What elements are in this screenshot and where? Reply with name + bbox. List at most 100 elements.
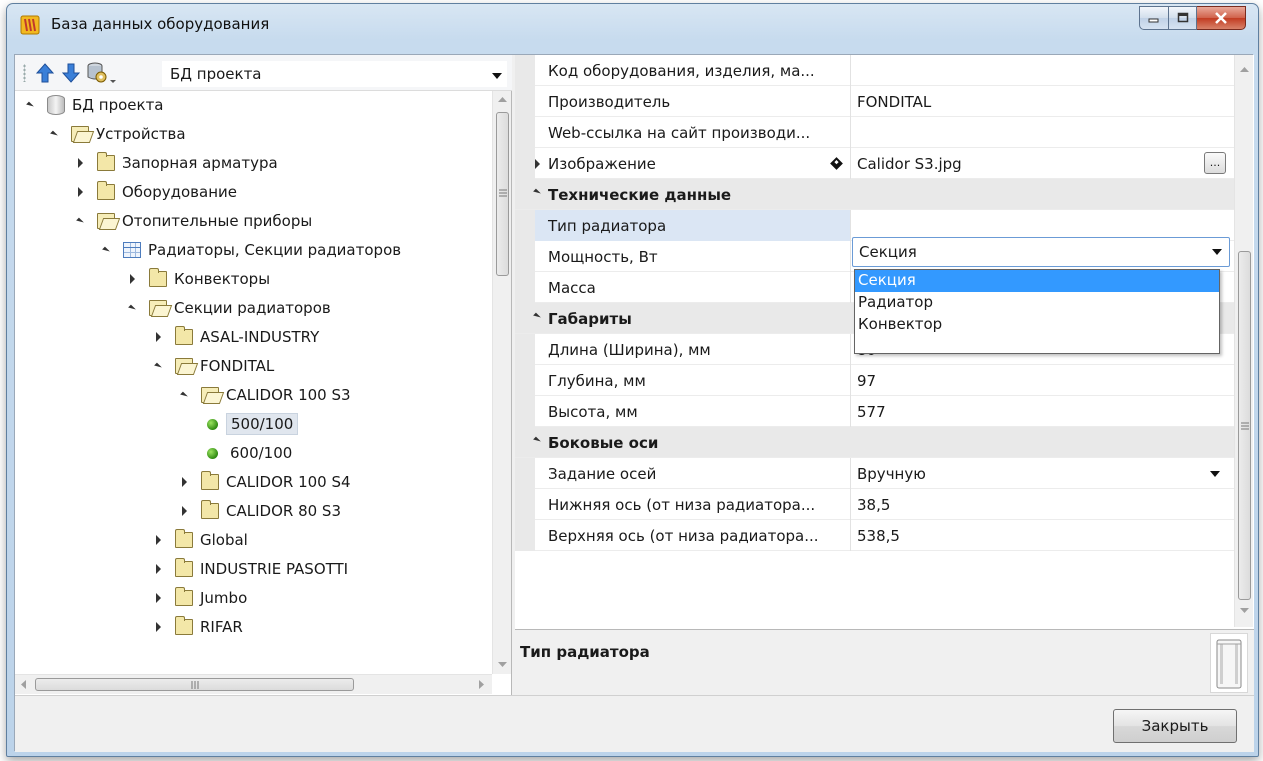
column-separator[interactable]	[850, 458, 851, 489]
tree-node-asal[interactable]: ASAL-INDUSTRY	[151, 323, 319, 351]
expanded-icon[interactable]	[47, 127, 61, 141]
collapsed-icon[interactable]	[125, 272, 139, 286]
dropdown-option[interactable]: Секция	[855, 270, 1219, 292]
column-separator[interactable]	[850, 117, 851, 148]
category-tech-data[interactable]: Технические данные	[515, 179, 1234, 210]
property-row-image[interactable]: Изображение Calidor S3.jpg ...	[515, 148, 1234, 179]
expanded-icon[interactable]	[177, 388, 191, 402]
property-row-axes-mode[interactable]: Задание осей Вручную	[515, 458, 1234, 489]
chevron-down-icon[interactable]	[1210, 471, 1220, 477]
expanded-icon[interactable]	[73, 214, 87, 228]
title-bar[interactable]: База данных оборудования	[7, 4, 1258, 46]
chevron-down-icon[interactable]	[1212, 249, 1222, 255]
column-separator[interactable]	[850, 55, 851, 86]
scroll-right-arrow-icon[interactable]	[479, 680, 485, 689]
property-value[interactable]: 38,5	[857, 489, 890, 520]
move-down-button[interactable]	[59, 61, 83, 85]
tree-node-calidor100s4[interactable]: CALIDOR 100 S4	[177, 468, 351, 496]
grid-vertical-scrollbar[interactable]	[1234, 55, 1253, 627]
tree-node-sections[interactable]: Секции радиаторов	[125, 294, 331, 322]
collapsed-icon[interactable]	[535, 159, 540, 169]
tree-node-root[interactable]: БД проекта	[23, 91, 164, 119]
scroll-down-arrow-icon[interactable]	[1240, 608, 1249, 614]
property-row-height[interactable]: Высота, мм 577	[515, 396, 1234, 427]
tree-node-convectors[interactable]: Конвекторы	[125, 265, 270, 293]
toolbar-grip[interactable]	[23, 64, 26, 82]
tree-node-600-100[interactable]: 600/100	[203, 439, 292, 467]
dropdown-option[interactable]: Радиатор	[855, 292, 1219, 314]
property-row-maker[interactable]: Производитель FONDITAL	[515, 86, 1234, 117]
column-separator[interactable]	[850, 365, 851, 396]
tree-node-pasotti[interactable]: INDUSTRIE PASOTTI	[151, 555, 348, 583]
column-separator[interactable]	[850, 396, 851, 427]
tree-vscroll-thumb[interactable]	[496, 112, 509, 276]
property-value[interactable]: FONDITAL	[857, 86, 931, 117]
column-separator[interactable]	[850, 272, 851, 303]
column-separator[interactable]	[850, 334, 851, 365]
browse-image-button[interactable]: ...	[1204, 152, 1226, 174]
move-up-button[interactable]	[33, 61, 57, 85]
tree-node-fondital[interactable]: FONDITAL	[151, 352, 274, 380]
collapsed-icon[interactable]	[151, 330, 165, 344]
collapsed-icon[interactable]	[151, 620, 165, 634]
property-value[interactable]: Calidor S3.jpg	[857, 148, 962, 179]
collapsed-icon[interactable]	[73, 185, 87, 199]
scroll-up-arrow-icon[interactable]	[498, 97, 507, 103]
dropdown-option[interactable]: Конвектор	[855, 314, 1219, 336]
column-separator[interactable]	[850, 86, 851, 117]
column-separator[interactable]	[850, 241, 851, 272]
category-side-axes[interactable]: Боковые оси	[515, 427, 1234, 458]
property-row-upper-axis[interactable]: Верхняя ось (от низа радиатора... 538,5	[515, 520, 1234, 551]
close-window-button[interactable]	[1197, 6, 1246, 30]
close-button[interactable]: Закрыть	[1113, 709, 1237, 743]
expanded-icon[interactable]	[151, 359, 165, 373]
tree-node-500-100[interactable]: 500/100	[203, 410, 299, 438]
tree-node-rifar[interactable]: RIFAR	[151, 613, 243, 641]
expanded-icon[interactable]	[533, 436, 541, 445]
database-select[interactable]: БД проекта	[162, 61, 507, 87]
column-separator[interactable]	[850, 489, 851, 520]
expanded-icon[interactable]	[23, 98, 37, 112]
minimize-button[interactable]	[1139, 6, 1169, 30]
collapsed-icon[interactable]	[73, 156, 87, 170]
maximize-button[interactable]	[1169, 6, 1197, 30]
expanded-icon[interactable]	[533, 188, 541, 197]
collapsed-icon[interactable]	[177, 504, 191, 518]
tree-node-devices[interactable]: Устройства	[47, 120, 186, 148]
tree-node-shutoff[interactable]: Запорная арматура	[73, 149, 278, 177]
expanded-icon[interactable]	[125, 301, 139, 315]
scroll-left-arrow-icon[interactable]	[21, 680, 27, 689]
radiator-type-combobox[interactable]: Секция	[852, 237, 1230, 267]
collapsed-icon[interactable]	[151, 562, 165, 576]
collapsed-icon[interactable]	[151, 533, 165, 547]
tree-node-calidor100s3[interactable]: CALIDOR 100 S3	[177, 381, 351, 409]
property-value[interactable]: 577	[857, 396, 886, 427]
database-settings-button[interactable]	[85, 61, 109, 85]
collapsed-icon[interactable]	[151, 591, 165, 605]
tree-node-radiators[interactable]: Радиаторы, Секции радиаторов	[99, 236, 401, 264]
tree-hscroll-thumb[interactable]	[35, 678, 354, 691]
tree-node-calidor80s3[interactable]: CALIDOR 80 S3	[177, 497, 341, 525]
tree-node-global[interactable]: Global	[151, 526, 248, 554]
property-row-web[interactable]: Web-ссылка на сайт производи...	[515, 117, 1234, 148]
tree-node-heating[interactable]: Отопительные приборы	[73, 207, 312, 235]
property-value[interactable]: Вручную	[857, 458, 926, 489]
collapsed-icon[interactable]	[177, 475, 191, 489]
property-row-code[interactable]: Код оборудования, изделия, ма...	[515, 55, 1234, 86]
scroll-down-arrow-icon[interactable]	[498, 662, 507, 668]
property-value[interactable]: 538,5	[857, 520, 900, 551]
expanded-icon[interactable]	[99, 243, 113, 257]
property-value[interactable]: 97	[857, 365, 876, 396]
column-separator[interactable]	[850, 148, 851, 179]
tree-horizontal-scrollbar[interactable]	[15, 674, 492, 694]
tree-node-equipment[interactable]: Оборудование	[73, 178, 237, 206]
property-row-depth[interactable]: Глубина, мм 97	[515, 365, 1234, 396]
tree-vertical-scrollbar[interactable]	[492, 91, 511, 674]
property-row-lower-axis[interactable]: Нижняя ось (от низа радиатора... 38,5	[515, 489, 1234, 520]
scroll-up-arrow-icon[interactable]	[1240, 67, 1249, 73]
column-separator[interactable]	[850, 210, 851, 241]
grid-vscroll-thumb[interactable]	[1238, 251, 1251, 600]
expanded-icon[interactable]	[533, 312, 541, 321]
column-separator[interactable]	[850, 520, 851, 551]
tree-node-jumbo[interactable]: Jumbo	[151, 584, 247, 612]
